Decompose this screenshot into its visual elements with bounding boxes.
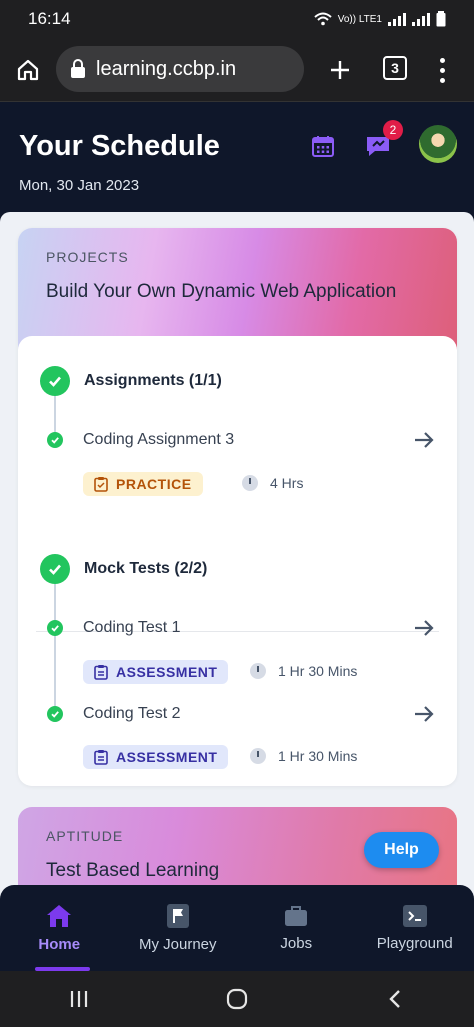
nav-label: Playground [376, 934, 453, 952]
avatar[interactable] [419, 125, 457, 163]
bottom-nav: Home My Journey Jobs Playground [0, 885, 474, 971]
home-outline-icon [17, 59, 39, 80]
nav-home[interactable]: Home [0, 885, 119, 971]
nav-my-journey[interactable]: My Journey [119, 885, 238, 971]
clipboard-icon [94, 750, 108, 765]
duration: 1 Hr 30 Mins [250, 748, 357, 764]
clipboard-icon [94, 665, 108, 680]
battery-icon [436, 11, 446, 27]
nav-label: Jobs [280, 934, 313, 952]
wifi-icon [314, 12, 332, 26]
check-circle-icon [40, 366, 70, 396]
chevron-left-icon [389, 990, 400, 1008]
practice-chip: PRACTICE [83, 472, 203, 496]
chip-label: ASSESSMENT [116, 749, 218, 765]
chip-label: ASSESSMENT [116, 664, 218, 680]
aptitude-tag: APTITUDE [46, 828, 124, 844]
status-time: 16:14 [28, 9, 71, 28]
clock-icon [250, 663, 266, 679]
schedule-item-title[interactable]: Coding Assignment 3 [83, 431, 234, 449]
assignments-section-header: Assignments (1/1) [40, 366, 222, 396]
check-circle-icon [40, 554, 70, 584]
check-small-icon [47, 706, 63, 722]
check-small-icon [47, 620, 63, 636]
calendar-icon[interactable] [311, 134, 335, 163]
duration: 4 Hrs [242, 475, 303, 491]
page-date: Mon, 30 Jan 2023 [19, 177, 140, 194]
recent-apps-icon [70, 991, 88, 1007]
duration: 1 Hr 30 Mins [250, 663, 357, 679]
arrow-right-icon[interactable] [413, 618, 435, 643]
nav-playground[interactable]: Playground [356, 885, 474, 971]
new-tab-button[interactable] [322, 52, 358, 88]
clock-icon [250, 748, 266, 764]
browser-home-button[interactable] [0, 38, 56, 102]
project-card-body: Assignments (1/1) Coding Assignment 3 PR… [18, 336, 457, 786]
schedule-item-title[interactable]: Coding Test 2 [83, 705, 181, 723]
back-button[interactable] [365, 979, 425, 1019]
duration-text: 4 Hrs [270, 475, 304, 491]
url-text: learning.ccbp.in [96, 57, 237, 80]
nav-label: My Journey [138, 935, 217, 953]
page-title: Your Schedule [19, 130, 220, 162]
plus-icon [331, 61, 349, 79]
status-bar: 16:14 Vo)) LTE1 [0, 0, 474, 38]
signal-icon-2 [412, 12, 430, 26]
terminal-icon [402, 904, 427, 927]
signal-icon [388, 12, 406, 26]
tab-switcher-button[interactable]: 3 [383, 56, 407, 80]
schedule-item-title[interactable]: Coding Test 1 [83, 619, 181, 637]
app-header: Your Schedule Mon, 30 Jan 2023 2 [0, 103, 474, 213]
system-home-button[interactable] [207, 979, 267, 1019]
section-label: Mock Tests (2/2) [84, 560, 208, 577]
clock-icon [242, 475, 258, 491]
mock-tests-section-header: Mock Tests (2/2) [40, 554, 207, 584]
help-button[interactable]: Help [364, 832, 439, 868]
assessment-chip: ASSESSMENT [83, 745, 229, 769]
nav-label: Home [38, 935, 81, 953]
nav-jobs[interactable]: Jobs [237, 885, 356, 971]
duration-text: 1 Hr 30 Mins [278, 663, 358, 679]
system-nav-bar [0, 971, 474, 1027]
notification-badge: 2 [383, 120, 403, 140]
circle-home-icon [226, 988, 248, 1010]
flag-icon [166, 903, 189, 928]
timeline-line [54, 584, 56, 714]
recent-apps-button[interactable] [49, 979, 109, 1019]
briefcase-icon [285, 905, 308, 926]
project-tag: PROJECTS [46, 249, 129, 265]
project-card: PROJECTS Build Your Own Dynamic Web Appl… [18, 228, 457, 786]
url-bar[interactable]: learning.ccbp.in [56, 46, 304, 92]
browser-toolbar: learning.ccbp.in 3 [0, 38, 474, 102]
arrow-right-icon[interactable] [413, 430, 435, 455]
project-title[interactable]: Build Your Own Dynamic Web Application [46, 281, 396, 303]
arrow-right-icon[interactable] [413, 704, 435, 729]
chip-label: PRACTICE [116, 476, 192, 492]
clipboard-icon [94, 477, 108, 492]
lock-icon [71, 59, 85, 78]
network-label: Vo)) LTE1 [337, 13, 382, 25]
home-icon [47, 904, 72, 927]
section-label: Assignments (1/1) [84, 372, 222, 389]
aptitude-title: Test Based Learning [46, 860, 220, 881]
assessment-chip: ASSESSMENT [83, 660, 229, 684]
check-small-icon [47, 432, 63, 448]
status-icons: Vo)) LTE1 [314, 11, 446, 27]
browser-menu-button[interactable] [428, 52, 456, 88]
duration-text: 1 Hr 30 Mins [278, 748, 358, 764]
